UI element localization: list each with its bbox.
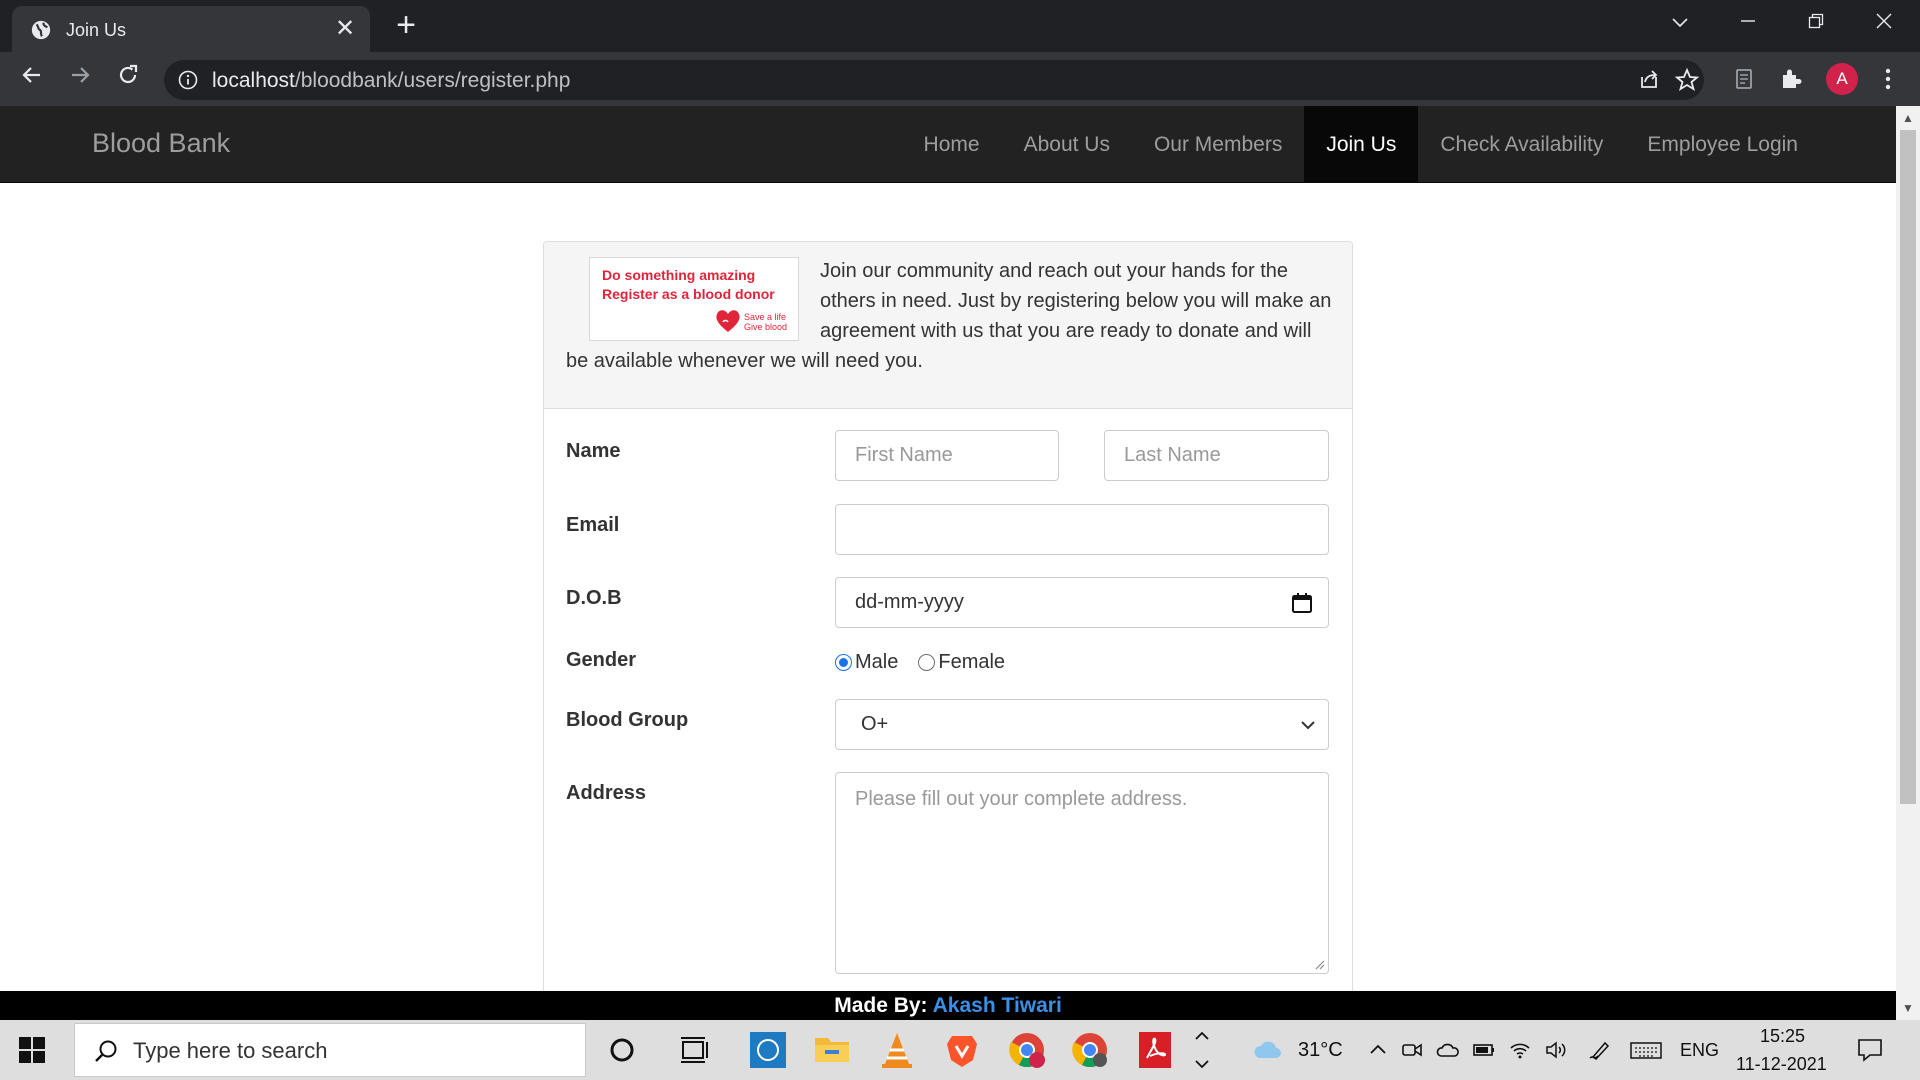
acrobat-reader-icon[interactable] bbox=[1133, 1028, 1177, 1072]
taskbar-search-box[interactable]: Type here to search bbox=[74, 1023, 586, 1077]
search-icon bbox=[95, 1040, 117, 1062]
address-placeholder: Please fill out your complete address. bbox=[855, 788, 1188, 810]
info-icon[interactable] bbox=[178, 70, 198, 90]
chevron-down-icon bbox=[1301, 721, 1315, 730]
nav-check-availability[interactable]: Check Availability bbox=[1418, 106, 1625, 183]
scrollbar-thumb[interactable] bbox=[1900, 130, 1916, 804]
file-explorer-icon[interactable] bbox=[810, 1028, 854, 1072]
weather-icon[interactable] bbox=[1252, 1036, 1284, 1064]
scroll-up-arrow-icon[interactable]: ▲ bbox=[1896, 108, 1920, 128]
clock-date[interactable]: 11-12-2021 bbox=[1736, 1054, 1827, 1075]
show-hidden-up-icon[interactable] bbox=[1190, 1024, 1214, 1048]
language-indicator[interactable]: ENG bbox=[1680, 1040, 1719, 1061]
dell-app-icon[interactable] bbox=[746, 1028, 790, 1072]
dob-placeholder: dd-mm-yyyy bbox=[855, 591, 964, 613]
last-name-input[interactable]: Last Name bbox=[1104, 430, 1329, 481]
gender-male-label[interactable]: Male bbox=[855, 651, 898, 674]
clock-time[interactable]: 15:25 bbox=[1760, 1026, 1805, 1047]
notification-center-icon[interactable] bbox=[1856, 1036, 1884, 1064]
first-name-input[interactable]: First Name bbox=[835, 430, 1059, 481]
browser-toolbar: localhost/bloodbank/users/register.php A bbox=[0, 52, 1920, 106]
reload-icon[interactable] bbox=[112, 63, 144, 95]
share-icon[interactable] bbox=[1634, 65, 1664, 95]
vlc-icon[interactable] bbox=[875, 1028, 919, 1072]
nav-home[interactable]: Home bbox=[902, 106, 1002, 183]
name-label: Name bbox=[566, 440, 621, 462]
volume-icon[interactable] bbox=[1544, 1038, 1568, 1062]
close-window-icon[interactable] bbox=[1864, 8, 1904, 38]
brave-browser-icon[interactable] bbox=[940, 1028, 984, 1072]
site-brand[interactable]: Blood Bank bbox=[92, 128, 230, 159]
show-hidden-down-icon[interactable] bbox=[1190, 1052, 1214, 1076]
gender-radio-group: Male Female bbox=[835, 651, 1025, 674]
tab-search-icon[interactable] bbox=[1660, 8, 1700, 38]
intro-text-block: Join our community and reach out your ha… bbox=[566, 256, 1336, 376]
cortana-icon[interactable] bbox=[600, 1028, 644, 1072]
meet-now-icon[interactable] bbox=[1400, 1038, 1424, 1062]
close-tab-icon[interactable]: ✕ bbox=[332, 16, 358, 42]
site-navbar: Blood Bank Home About Us Our Members Joi… bbox=[0, 106, 1896, 183]
blood-group-select[interactable]: O+ bbox=[835, 699, 1329, 750]
extensions-icon[interactable] bbox=[1776, 64, 1806, 94]
footer-author-link[interactable]: Akash Tiwari bbox=[933, 994, 1062, 1017]
gender-label: Gender bbox=[566, 649, 637, 671]
blood-group-value: O+ bbox=[861, 713, 889, 735]
url-text: localhost/bloodbank/users/register.php bbox=[212, 69, 571, 92]
touch-keyboard-icon[interactable] bbox=[1630, 1038, 1662, 1062]
tray-chevron-up-icon[interactable] bbox=[1366, 1038, 1390, 1062]
tab-title: Join Us bbox=[66, 20, 127, 40]
minimize-icon[interactable] bbox=[1728, 8, 1768, 38]
calendar-icon[interactable] bbox=[1290, 591, 1314, 615]
dob-label: D.O.B bbox=[566, 587, 622, 609]
windows-taskbar: Type here to search 31°C ENG 15:25 11-12… bbox=[0, 1020, 1920, 1080]
windows-start-icon[interactable] bbox=[18, 1036, 46, 1064]
dob-input[interactable]: dd-mm-yyyy bbox=[835, 577, 1329, 628]
forward-icon[interactable] bbox=[64, 63, 96, 95]
blood-group-label: Blood Group bbox=[566, 709, 689, 731]
address-label: Address bbox=[566, 782, 647, 804]
footer-prefix: Made By: bbox=[834, 994, 928, 1017]
nav-join-us[interactable]: Join Us bbox=[1304, 106, 1419, 183]
onedrive-icon[interactable] bbox=[1436, 1038, 1460, 1062]
globe-icon bbox=[31, 20, 51, 40]
chrome-icon[interactable] bbox=[1068, 1028, 1112, 1072]
gender-female-label[interactable]: Female bbox=[938, 651, 1005, 674]
restore-icon[interactable] bbox=[1796, 8, 1836, 38]
chrome-profile-icon[interactable] bbox=[1005, 1028, 1049, 1072]
panel-heading: Do something amazing Register as a blood… bbox=[544, 242, 1352, 409]
profile-avatar[interactable]: A bbox=[1826, 63, 1858, 95]
menu-kebab-icon[interactable] bbox=[1873, 64, 1903, 94]
task-view-icon[interactable] bbox=[673, 1028, 717, 1072]
nav-our-members[interactable]: Our Members bbox=[1132, 106, 1304, 183]
browser-tab-strip: Join Us ✕ + bbox=[0, 0, 1920, 52]
email-label: Email bbox=[566, 514, 620, 536]
reading-list-icon[interactable] bbox=[1729, 64, 1759, 94]
wifi-icon[interactable] bbox=[1508, 1038, 1532, 1062]
back-icon[interactable] bbox=[16, 63, 48, 95]
scroll-down-arrow-icon[interactable]: ▼ bbox=[1896, 998, 1920, 1018]
new-tab-icon[interactable]: + bbox=[390, 8, 422, 42]
resize-handle-icon[interactable] bbox=[1313, 958, 1325, 970]
registration-panel: Do something amazing Register as a blood… bbox=[543, 241, 1353, 1011]
battery-icon[interactable] bbox=[1472, 1038, 1496, 1062]
nav-links: Home About Us Our Members Join Us Check … bbox=[902, 106, 1820, 183]
nav-employee-login[interactable]: Employee Login bbox=[1625, 106, 1820, 183]
weather-temperature[interactable]: 31°C bbox=[1298, 1039, 1343, 1062]
address-textarea[interactable]: Please fill out your complete address. bbox=[835, 772, 1329, 974]
taskbar-search-placeholder: Type here to search bbox=[133, 1038, 328, 1063]
address-bar[interactable]: localhost/bloodbank/users/register.php bbox=[164, 60, 1704, 100]
nav-about-us[interactable]: About Us bbox=[1002, 106, 1132, 183]
site-footer: Made By: Akash Tiwari bbox=[0, 991, 1896, 1020]
browser-tab[interactable]: Join Us ✕ bbox=[12, 6, 370, 52]
gender-female-radio[interactable] bbox=[918, 654, 936, 671]
gender-male-radio[interactable] bbox=[835, 654, 852, 671]
email-input[interactable] bbox=[835, 504, 1329, 555]
page-scrollbar[interactable]: ▲ ▼ bbox=[1896, 106, 1920, 1020]
bookmark-star-icon[interactable] bbox=[1672, 65, 1702, 95]
pen-workspace-icon[interactable] bbox=[1588, 1038, 1612, 1062]
